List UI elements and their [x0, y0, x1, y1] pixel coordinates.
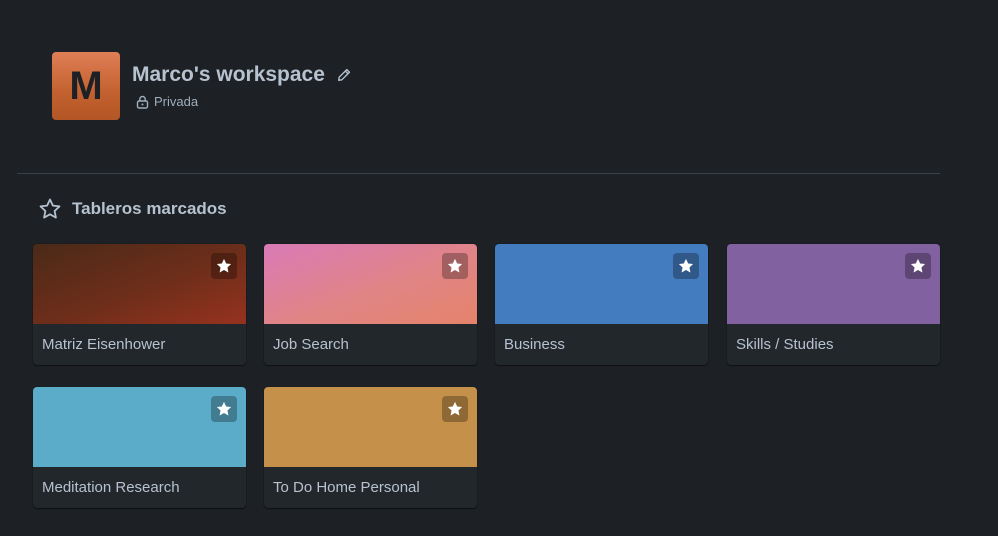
unstar-board-button[interactable]: [442, 396, 468, 422]
workspace-page: M Marco's workspace Privada Tableros mar…: [0, 0, 998, 536]
board-cover: [495, 244, 708, 324]
visibility-label: Privada: [154, 94, 199, 109]
star-filled-icon: [678, 258, 694, 273]
unstar-board-button[interactable]: [211, 396, 237, 422]
edit-workspace-button[interactable]: [335, 66, 353, 84]
board-name: Meditation Research: [42, 479, 180, 496]
board-cover: [264, 387, 477, 467]
lock-icon: [136, 95, 149, 109]
board-cover: [727, 244, 940, 324]
star-outline-icon: [39, 198, 61, 219]
workspace-title: Marco's workspace: [132, 63, 325, 86]
workspace-info: Marco's workspace Privada: [132, 62, 353, 109]
starred-boards-header: Tableros marcados: [38, 197, 227, 221]
star-filled-icon: [216, 258, 232, 273]
board-cover: [33, 387, 246, 467]
board-name: To Do Home Personal: [273, 479, 420, 496]
board-tile[interactable]: To Do Home Personal: [264, 387, 477, 508]
star-filled-icon: [447, 401, 463, 416]
unstar-board-button[interactable]: [211, 253, 237, 279]
board-tile[interactable]: Business: [495, 244, 708, 365]
section-title: Tableros marcados: [72, 199, 227, 218]
unstar-board-button[interactable]: [673, 253, 699, 279]
board-tile[interactable]: Matriz Eisenhower: [33, 244, 246, 365]
workspace-title-row: Marco's workspace: [132, 62, 353, 88]
board-name: Skills / Studies: [736, 336, 834, 353]
board-name: Matriz Eisenhower: [42, 336, 166, 353]
board-tile[interactable]: Meditation Research: [33, 387, 246, 508]
board-cover: [264, 244, 477, 324]
board-cover: [33, 244, 246, 324]
board-tile[interactable]: Skills / Studies: [727, 244, 940, 365]
workspace-header: M Marco's workspace Privada: [52, 52, 353, 120]
unstar-board-button[interactable]: [905, 253, 931, 279]
star-filled-icon: [447, 258, 463, 273]
pencil-icon: [337, 68, 351, 81]
unstar-board-button[interactable]: [442, 253, 468, 279]
board-tile[interactable]: Job Search: [264, 244, 477, 365]
workspace-avatar: M: [52, 52, 120, 120]
board-name: Business: [504, 336, 565, 353]
workspace-visibility: Privada: [136, 94, 353, 109]
board-name: Job Search: [273, 336, 349, 353]
star-filled-icon: [910, 258, 926, 273]
star-filled-icon: [216, 401, 232, 416]
divider: [17, 173, 940, 174]
